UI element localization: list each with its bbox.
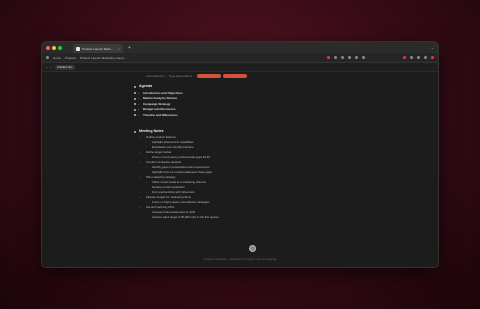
nav-projects[interactable]: Projects: [65, 56, 76, 60]
note-line[interactable]: Emphasize user-friendly interface: [152, 145, 194, 149]
note-line[interactable]: Develop email newsletters: [152, 185, 185, 189]
notes-heading: Meeting Notes: [139, 129, 164, 133]
address-pill[interactable]: Untitled doc: [54, 64, 75, 70]
bullet-icon: ◦: [146, 169, 147, 174]
bullet-icon: •: [139, 159, 140, 164]
agenda-item[interactable]: Campaign Strategy: [143, 102, 170, 106]
forward-icon[interactable]: ›: [50, 65, 51, 70]
chevron-right-icon[interactable]: ›: [138, 91, 139, 95]
record-icon-2[interactable]: [403, 56, 406, 59]
note-line[interactable]: Identify gaps in personalized user exper…: [152, 165, 210, 169]
profile-icon[interactable]: [431, 56, 434, 59]
tag-chip-2[interactable]: [223, 74, 248, 78]
browser-tab[interactable]: Product Launch Mark... ×: [73, 44, 123, 53]
note-line[interactable]: Conduct competitor analysis: [146, 160, 181, 164]
link-icon[interactable]: [355, 56, 358, 59]
minimize-window-button[interactable]: [52, 45, 56, 50]
note-line[interactable]: Focus on high-impact, cost-effective str…: [152, 200, 210, 204]
title-bar: Product Launch Mark... × + ⌄: [42, 42, 438, 53]
tab-close-icon[interactable]: ×: [118, 47, 120, 51]
bullet-icon: ◦: [146, 179, 147, 184]
agenda-item[interactable]: Market Analysis Review: [143, 96, 177, 100]
chevron-right-icon[interactable]: ›: [138, 113, 139, 117]
back-icon[interactable]: ‹: [46, 65, 47, 70]
note-line[interactable]: Increase brand awareness by 20%: [152, 210, 195, 214]
bullet-icon: [134, 97, 136, 100]
chevron-right-icon[interactable]: ›: [138, 102, 139, 106]
nav-home[interactable]: Home: [53, 56, 61, 60]
bullet-icon: [134, 92, 136, 94]
note-line[interactable]: Outline product features: [146, 135, 176, 139]
agenda-item[interactable]: Budget and Resources: [143, 107, 176, 111]
bullet-icon: •: [139, 194, 140, 199]
agenda-item[interactable]: Timeline and Milestones: [143, 113, 178, 117]
bullet-icon: ◦: [146, 154, 147, 159]
note-line[interactable]: Allocate budget for marketing efforts: [146, 195, 191, 199]
bullet-icon: [134, 114, 136, 116]
search-icon[interactable]: [334, 56, 337, 59]
bullet-icon: ◦: [146, 144, 147, 149]
chevron-right-icon[interactable]: ›: [138, 96, 139, 100]
doc-icon: [76, 46, 80, 51]
doc-meta: Last edited by ... Type keywords to ...: [146, 74, 248, 78]
zoom-window-button[interactable]: [58, 45, 62, 50]
bullet-icon: ◦: [146, 189, 147, 194]
bullet-icon: ◦: [146, 139, 147, 144]
avatar[interactable]: [249, 245, 256, 252]
bullet-icon: [134, 131, 136, 133]
record-icon[interactable]: [327, 56, 330, 59]
new-tab-button[interactable]: +: [128, 45, 131, 51]
bullet-icon: [134, 108, 136, 111]
browser-window: Product Launch Mark... × + ⌄ Home Projec…: [41, 41, 439, 268]
close-window-button[interactable]: [46, 45, 50, 50]
note-line[interactable]: Form partnerships with influencers: [152, 190, 195, 194]
note-line[interactable]: Define target market: [146, 150, 171, 154]
note-line[interactable]: Set and track key KPIs: [146, 205, 174, 209]
nav-current-doc[interactable]: Product Launch Marketing Camp...: [80, 56, 126, 60]
agenda-heading: Agenda: [139, 84, 153, 88]
tab-title: Product Launch Mark...: [82, 46, 114, 51]
bullet-icon: ◦: [146, 209, 147, 214]
bullet-icon: [134, 86, 136, 88]
note-line[interactable]: Utilize social media as a marketing chan…: [152, 180, 206, 184]
bullet-icon: ◦: [146, 164, 147, 169]
bullet-icon: ◦: [146, 199, 147, 204]
agenda-item[interactable]: Introduction and Objectives: [143, 91, 183, 95]
footer-text: Created in Capacities · Notebook for tho…: [203, 258, 277, 261]
bullet-icon: ◦: [146, 214, 147, 219]
share-icon[interactable]: [348, 56, 351, 59]
note-line[interactable]: Highlight how our product addresses thes…: [152, 170, 212, 174]
document-content: Last edited by ... Type keywords to ... …: [42, 72, 438, 267]
sidebar-icon[interactable]: [46, 56, 49, 59]
settings-icon[interactable]: [410, 56, 413, 59]
bullet-icon: •: [139, 204, 140, 209]
extensions-icon[interactable]: [424, 56, 427, 59]
chevron-right-icon[interactable]: ›: [138, 107, 139, 111]
note-line[interactable]: Highlight advanced AI capabilities: [152, 140, 194, 144]
bullet-icon: •: [139, 174, 140, 179]
bullet-icon: [134, 103, 136, 105]
meta-text: Last edited by ... Type keywords to ...: [146, 74, 196, 78]
star-icon[interactable]: [341, 56, 344, 59]
app-toolbar: Home Projects Product Launch Marketing C…: [42, 53, 438, 63]
bullet-icon: •: [139, 149, 140, 154]
note-line[interactable]: Plan marketing strategy: [146, 175, 175, 179]
note-line[interactable]: Achieve sales target of 50,000 units in …: [152, 215, 219, 219]
note-line[interactable]: Focus on tech-savvy professionals aged 2…: [152, 155, 210, 159]
grid-icon[interactable]: [417, 56, 420, 59]
bullet-icon: •: [139, 134, 140, 139]
tag-chip[interactable]: [197, 74, 222, 78]
more-icon[interactable]: [362, 56, 365, 59]
chevron-down-icon[interactable]: ⌄: [431, 45, 434, 50]
bullet-icon: ◦: [146, 184, 147, 189]
address-bar: ‹ › Untitled doc: [42, 63, 438, 72]
